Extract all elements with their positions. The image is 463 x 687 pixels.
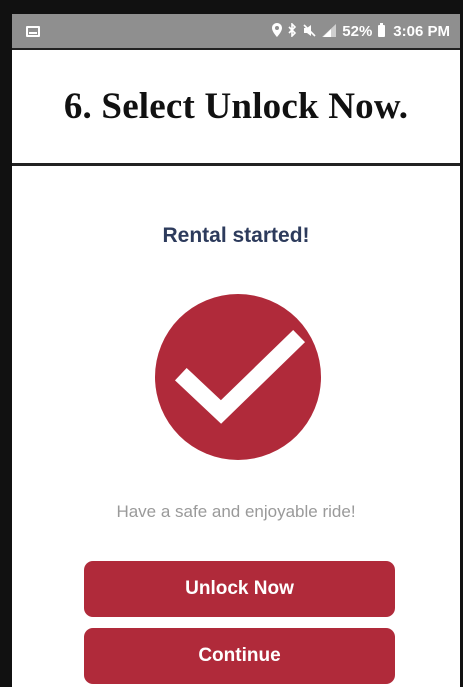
unlock-now-button[interactable]: Unlock Now: [84, 561, 395, 617]
bluetooth-icon: [288, 22, 297, 39]
rental-started-screen: Rental started! Have a safe and enjoyabl…: [12, 166, 460, 687]
notification-icon: [26, 25, 40, 37]
page-title: Rental started!: [162, 224, 310, 247]
instruction-heading: 6. Select Unlock Now.: [63, 86, 409, 127]
status-bar: 52% 3:06 PM: [12, 14, 460, 48]
mute-icon: [303, 23, 316, 39]
ride-message: Have a safe and enjoyable ride!: [116, 502, 356, 521]
battery-icon: [378, 23, 386, 37]
continue-button[interactable]: Continue: [84, 628, 395, 684]
location-pin-icon: [272, 23, 283, 39]
checkmark-icon: [155, 294, 321, 460]
status-time: 3:06 PM: [393, 22, 450, 40]
instruction-box: 6. Select Unlock Now.: [12, 48, 460, 166]
battery-percent: 52%: [342, 22, 373, 40]
signal-icon: [322, 23, 337, 39]
phone-frame: 52% 3:06 PM 6. Select Unlock Now. Rental…: [0, 0, 463, 687]
